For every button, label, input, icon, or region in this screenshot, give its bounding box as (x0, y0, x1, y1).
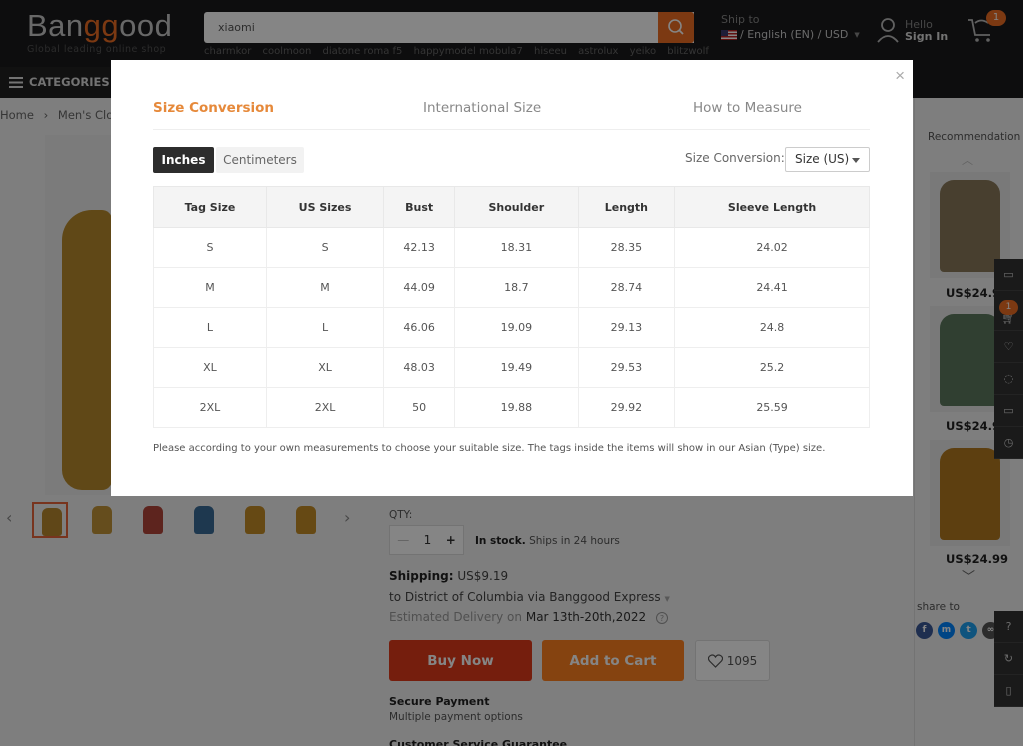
table-cell: 29.53 (577, 347, 676, 388)
column-header: US Sizes (265, 186, 385, 228)
tab-how-to-measure[interactable]: How to Measure (693, 100, 802, 116)
table-cell: 19.49 (454, 347, 579, 388)
table-cell: 29.13 (577, 307, 676, 348)
table-cell: L (265, 307, 385, 348)
table-cell: 28.74 (577, 267, 676, 308)
table-cell: 18.31 (454, 227, 579, 268)
table-cell: 46.06 (383, 307, 456, 348)
table-cell: 2XL (153, 387, 267, 428)
caret-down-icon (852, 158, 860, 163)
size-note: Please according to your own measurement… (153, 443, 826, 454)
table-cell: 19.09 (454, 307, 579, 348)
table-cell: 25.59 (674, 387, 870, 428)
table-header-row: Tag Size US Sizes Bust Shoulder Length S… (153, 186, 870, 228)
column-header: Tag Size (153, 186, 267, 228)
table-cell: S (153, 227, 267, 268)
table-cell: S (265, 227, 385, 268)
table-cell: M (265, 267, 385, 308)
table-cell: 28.35 (577, 227, 676, 268)
close-icon[interactable]: × (895, 66, 905, 86)
size-conversion-label: Size Conversion: (685, 151, 785, 165)
tab-international-size[interactable]: International Size (423, 100, 541, 116)
table-row: 2XL 2XL 50 19.88 29.92 25.59 (153, 387, 870, 428)
tab-size-conversion[interactable]: Size Conversion (153, 100, 274, 116)
size-chart-modal: × Size Conversion International Size How… (111, 60, 913, 496)
size-tabs: Size Conversion International Size How t… (153, 91, 870, 130)
table-cell: 24.02 (674, 227, 870, 268)
size-conversion-select[interactable]: Size (US) (785, 147, 870, 172)
table-cell: 19.88 (454, 387, 579, 428)
table-row: XL XL 48.03 19.49 29.53 25.2 (153, 347, 870, 388)
table-cell: L (153, 307, 267, 348)
table-cell: 2XL (265, 387, 385, 428)
column-header: Shoulder (454, 186, 579, 228)
size-conversion-value: Size (US) (795, 152, 850, 166)
table-cell: XL (153, 347, 267, 388)
table-row: M M 44.09 18.7 28.74 24.41 (153, 267, 870, 308)
table-cell: 44.09 (383, 267, 456, 308)
table-cell: 24.41 (674, 267, 870, 308)
column-header: Bust (383, 186, 456, 228)
table-cell: 25.2 (674, 347, 870, 388)
column-header: Sleeve Length (674, 186, 870, 228)
size-chart-table: Tag Size US Sizes Bust Shoulder Length S… (153, 186, 870, 428)
table-cell: 50 (383, 387, 456, 428)
centimeters-button[interactable]: Centimeters (216, 147, 304, 173)
table-row: S S 42.13 18.31 28.35 24.02 (153, 227, 870, 268)
column-header: Length (577, 186, 676, 228)
table-cell: 24.8 (674, 307, 870, 348)
table-cell: XL (265, 347, 385, 388)
table-cell: 48.03 (383, 347, 456, 388)
table-cell: 29.92 (577, 387, 676, 428)
product-page: Banggood Global leading online shop char… (0, 0, 1023, 746)
table-cell: 42.13 (383, 227, 456, 268)
inches-button[interactable]: Inches (153, 147, 214, 173)
table-cell: M (153, 267, 267, 308)
table-row: L L 46.06 19.09 29.13 24.8 (153, 307, 870, 348)
table-cell: 18.7 (454, 267, 579, 308)
